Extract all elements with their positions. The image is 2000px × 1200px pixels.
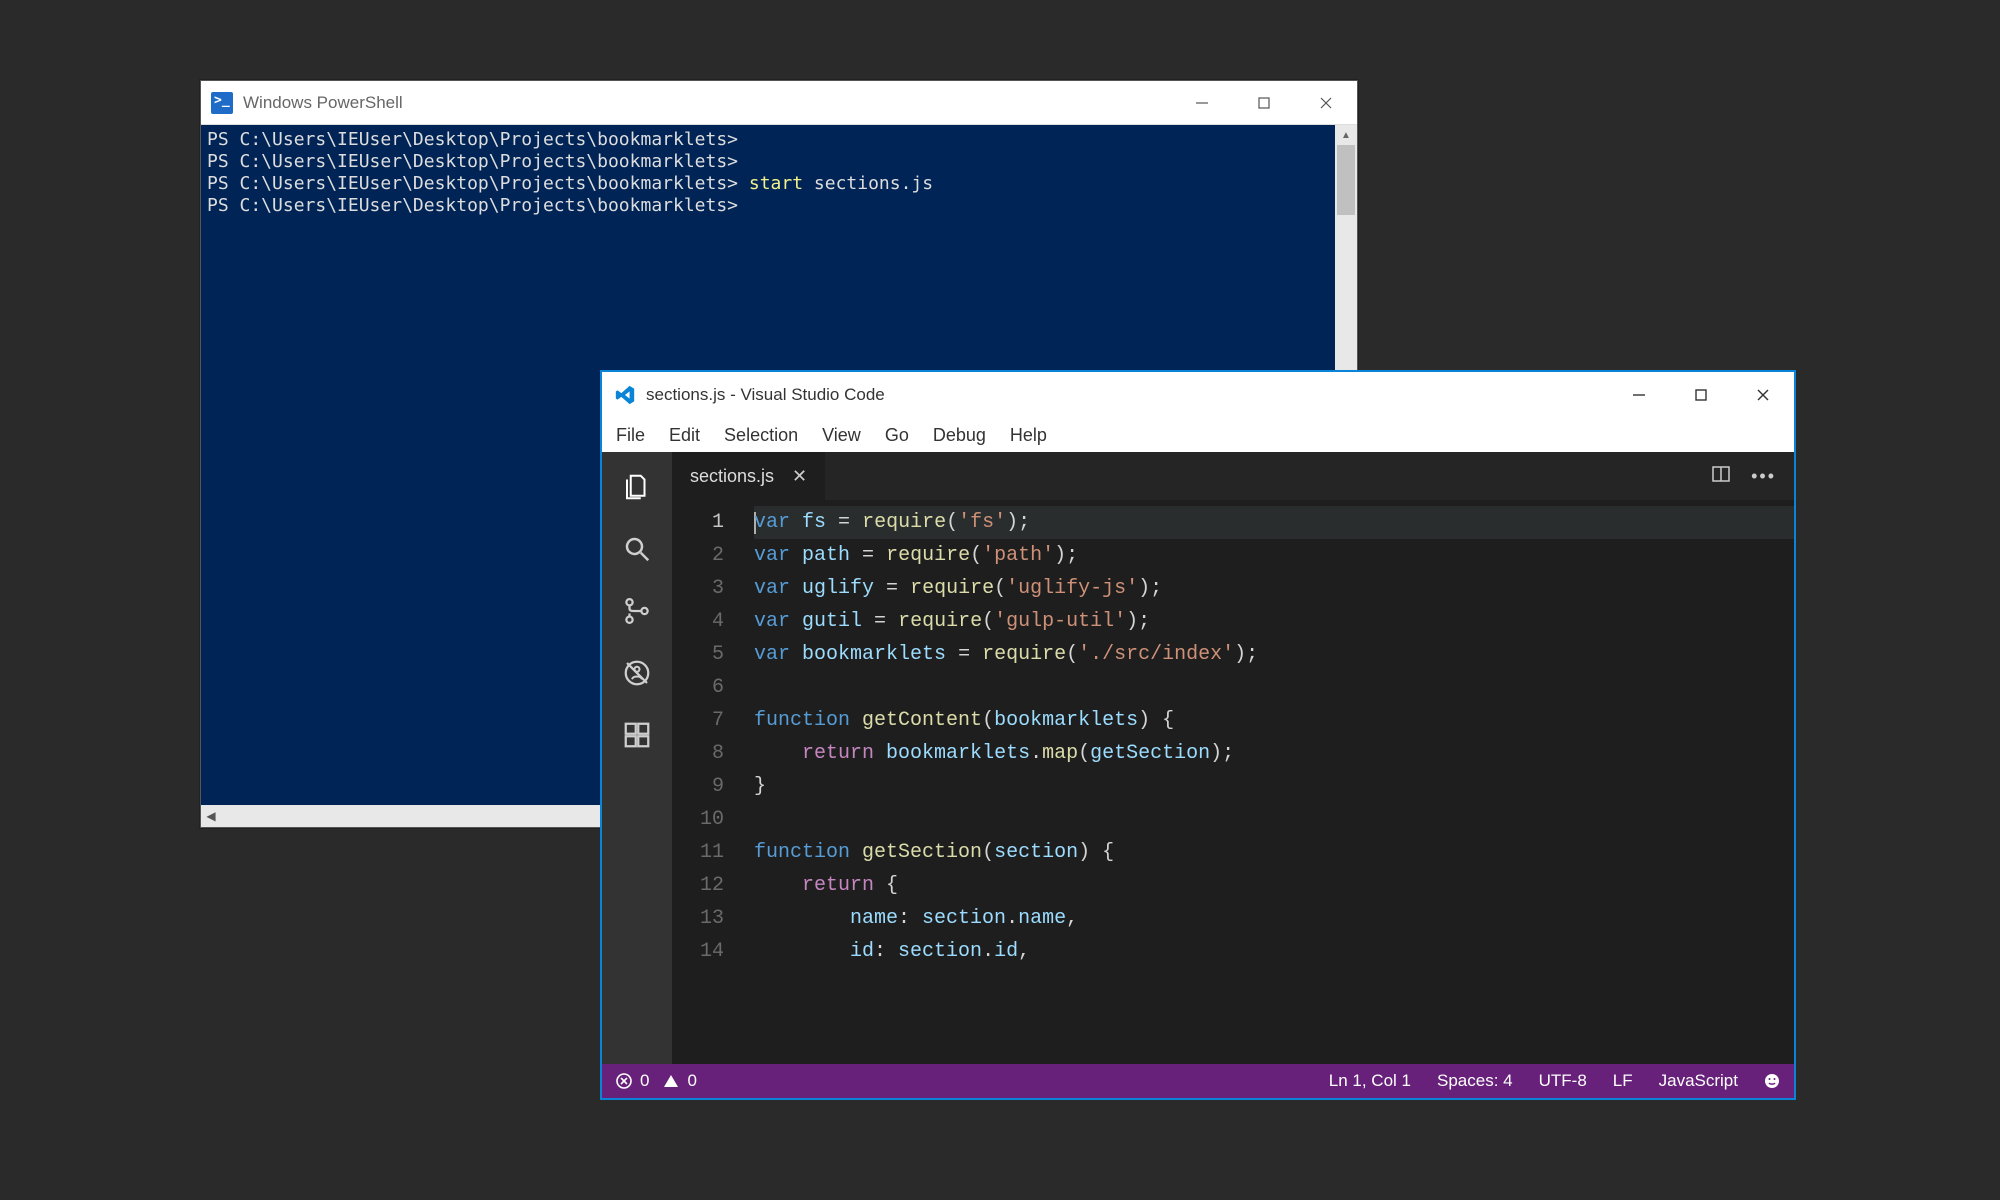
tab-label: sections.js: [690, 466, 774, 487]
cursor-position[interactable]: Ln 1, Col 1: [1329, 1071, 1411, 1091]
minimize-button[interactable]: [1171, 81, 1233, 124]
code-line[interactable]: [754, 671, 1794, 704]
code-line[interactable]: }: [754, 770, 1794, 803]
vscode-menubar: File Edit Selection View Go Debug Help: [602, 418, 1794, 452]
editor[interactable]: 1234567891011121314 var fs = require('fs…: [672, 500, 1794, 1064]
tab-sections-js[interactable]: sections.js ✕: [672, 452, 826, 500]
debug-icon[interactable]: [620, 656, 654, 690]
menu-file[interactable]: File: [616, 425, 645, 446]
search-icon[interactable]: [620, 532, 654, 566]
menu-help[interactable]: Help: [1010, 425, 1047, 446]
source-control-icon[interactable]: [620, 594, 654, 628]
warning-icon[interactable]: [663, 1073, 679, 1089]
menu-selection[interactable]: Selection: [724, 425, 798, 446]
code-line[interactable]: var uglify = require('uglify-js');: [754, 572, 1794, 605]
code-line[interactable]: var bookmarklets = require('./src/index'…: [754, 638, 1794, 671]
vscode-titlebar[interactable]: sections.js - Visual Studio Code: [602, 372, 1794, 418]
vscode-title: sections.js - Visual Studio Code: [646, 385, 1608, 405]
powershell-title: Windows PowerShell: [243, 93, 1171, 113]
warning-count[interactable]: 0: [687, 1071, 696, 1091]
code-line[interactable]: var fs = require('fs');: [754, 506, 1794, 539]
code-line[interactable]: [754, 803, 1794, 836]
error-icon[interactable]: [616, 1073, 632, 1089]
scroll-up-icon[interactable]: ▲: [1335, 125, 1357, 145]
editor-tabs: sections.js ✕ •••: [672, 452, 1794, 500]
code-line[interactable]: function getSection(section) {: [754, 836, 1794, 869]
scroll-left-icon[interactable]: ◀: [201, 805, 221, 827]
menu-view[interactable]: View: [822, 425, 861, 446]
code-line[interactable]: return {: [754, 869, 1794, 902]
close-button[interactable]: [1295, 81, 1357, 124]
powershell-titlebar[interactable]: Windows PowerShell: [201, 81, 1357, 125]
menu-go[interactable]: Go: [885, 425, 909, 446]
status-bar: 0 0 Ln 1, Col 1 Spaces: 4 UTF-8 LF JavaS…: [602, 1064, 1794, 1098]
terminal-line: PS C:\Users\IEUser\Desktop\Projects\book…: [207, 151, 1351, 173]
terminal-line: PS C:\Users\IEUser\Desktop\Projects\book…: [207, 195, 1351, 217]
vscode-logo-icon: [614, 384, 636, 406]
activity-bar: [602, 452, 672, 1064]
code-line[interactable]: function getContent(bookmarklets) {: [754, 704, 1794, 737]
code-area[interactable]: var fs = require('fs');var path = requir…: [742, 500, 1794, 1064]
close-button[interactable]: [1732, 372, 1794, 418]
eol[interactable]: LF: [1613, 1071, 1633, 1091]
terminal-line: PS C:\Users\IEUser\Desktop\Projects\book…: [207, 173, 1351, 195]
files-icon[interactable]: [620, 470, 654, 504]
extensions-icon[interactable]: [620, 718, 654, 752]
indentation[interactable]: Spaces: 4: [1437, 1071, 1513, 1091]
language-mode[interactable]: JavaScript: [1659, 1071, 1738, 1091]
code-line[interactable]: return bookmarklets.map(getSection);: [754, 737, 1794, 770]
more-icon[interactable]: •••: [1751, 466, 1776, 487]
feedback-smile-icon[interactable]: [1764, 1073, 1780, 1089]
close-icon[interactable]: ✕: [792, 466, 807, 487]
code-line[interactable]: id: section.id,: [754, 935, 1794, 968]
code-line[interactable]: var path = require('path');: [754, 539, 1794, 572]
line-gutter: 1234567891011121314: [672, 500, 742, 1064]
powershell-icon: [211, 92, 233, 114]
encoding[interactable]: UTF-8: [1539, 1071, 1587, 1091]
terminal-line: PS C:\Users\IEUser\Desktop\Projects\book…: [207, 129, 1351, 151]
split-editor-icon[interactable]: [1711, 464, 1731, 489]
scrollbar-thumb[interactable]: [1337, 145, 1355, 215]
code-line[interactable]: var gutil = require('gulp-util');: [754, 605, 1794, 638]
vscode-window: sections.js - Visual Studio Code File Edi…: [600, 370, 1796, 1100]
menu-debug[interactable]: Debug: [933, 425, 986, 446]
error-count[interactable]: 0: [640, 1071, 649, 1091]
maximize-button[interactable]: [1233, 81, 1295, 124]
maximize-button[interactable]: [1670, 372, 1732, 418]
code-line[interactable]: name: section.name,: [754, 902, 1794, 935]
menu-edit[interactable]: Edit: [669, 425, 700, 446]
minimize-button[interactable]: [1608, 372, 1670, 418]
